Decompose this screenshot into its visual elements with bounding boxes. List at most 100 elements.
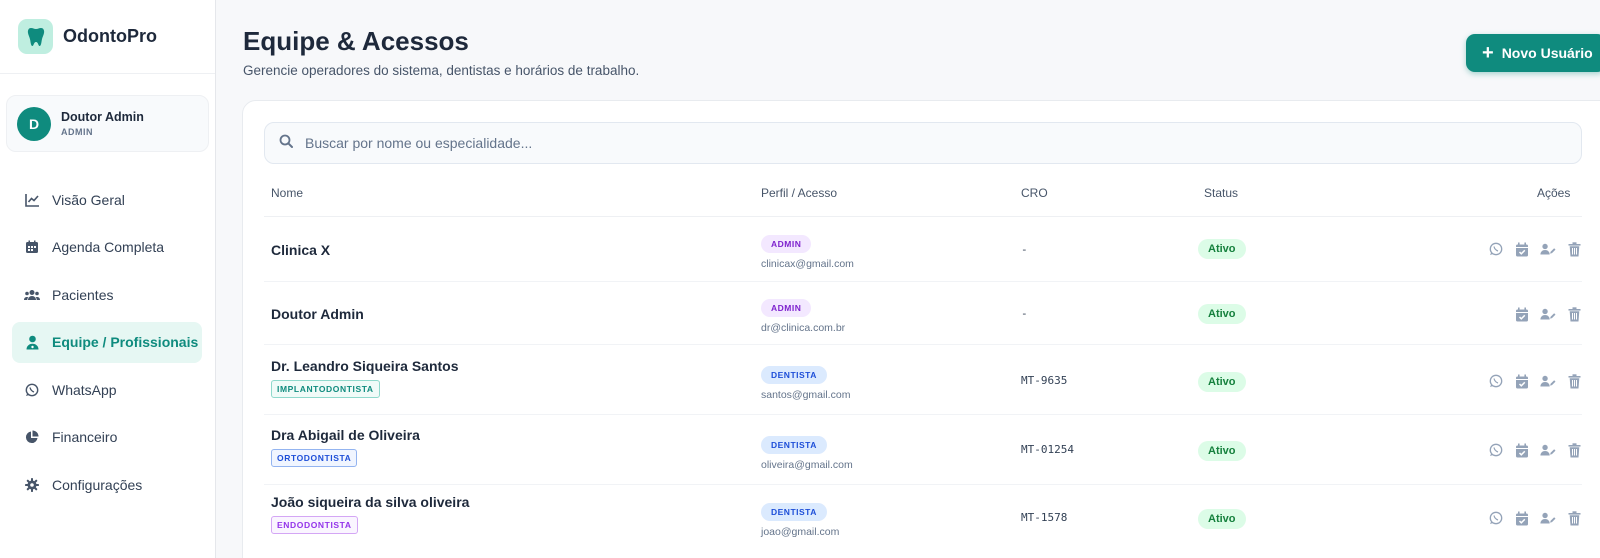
cro-value: -: [1021, 307, 1028, 320]
plus-icon: +: [1482, 42, 1494, 64]
user-name: Doutor Admin: [61, 110, 144, 124]
calendar-check-icon[interactable]: [1514, 241, 1530, 257]
member-name: Dra Abigail de Oliveira: [271, 427, 420, 443]
column-header-status: Status: [1204, 186, 1239, 200]
page-subtitle: Gerencie operadores do sistema, dentista…: [243, 63, 640, 78]
role-badge: DENTISTA: [761, 503, 827, 521]
user-card[interactable]: D Doutor Admin ADMIN: [6, 95, 209, 152]
row-actions: [1488, 373, 1582, 389]
sidebar-item-label: Visão Geral: [52, 191, 125, 208]
sidebar-item-visao-geral[interactable]: Visão Geral: [12, 179, 202, 220]
sidebar-item-label: Agenda Completa: [52, 239, 165, 255]
sidebar-item-label: WhatsApp: [52, 381, 117, 398]
member-email: oliveira@gmail.com: [761, 459, 853, 471]
sidebar-nav: Visão Geral Agenda Completa Pacientes Eq…: [12, 179, 202, 512]
whatsapp-icon: [24, 382, 40, 398]
member-name: Doutor Admin: [271, 306, 364, 322]
calendar-check-icon[interactable]: [1514, 442, 1530, 458]
member-name: Clinica X: [271, 242, 331, 258]
search-icon: [279, 134, 293, 153]
sidebar-item-pacientes[interactable]: Pacientes: [12, 274, 202, 315]
status-badge: Ativo: [1198, 239, 1246, 259]
sidebar-item-equipe[interactable]: Equipe / Profissionais: [12, 321, 202, 363]
column-header-cro: CRO: [1021, 186, 1048, 200]
sidebar-item-label: Equipe / Profissionais: [52, 334, 199, 350]
member-name: João siqueira da silva oliveira: [271, 494, 470, 510]
user-edit-icon[interactable]: [1540, 373, 1556, 389]
chart-line-icon: [24, 192, 40, 208]
cro-value: MT-01254: [1021, 443, 1074, 456]
cro-value: MT-1578: [1021, 511, 1068, 524]
member-email: clinicax@gmail.com: [761, 258, 854, 270]
new-user-label: Novo Usuário: [1501, 45, 1593, 61]
calendar-check-icon[interactable]: [1514, 510, 1530, 526]
status-badge: Ativo: [1198, 441, 1246, 461]
status-badge: Ativo: [1198, 509, 1246, 529]
brand[interactable]: OdontoPro: [0, 0, 215, 74]
table-row: João siqueira da silva oliveira ENDODONT…: [264, 485, 1582, 558]
pie-chart-icon: [24, 429, 40, 445]
user-doctor-icon: [24, 334, 40, 350]
search-bar[interactable]: [264, 122, 1582, 164]
table-row: Dr. Leandro Siqueira Santos IMPLANTODONT…: [264, 345, 1582, 415]
specialty-tag: ORTODONTISTA: [271, 449, 358, 467]
search-input[interactable]: [305, 135, 1505, 151]
role-badge: ADMIN: [761, 235, 812, 253]
sidebar-item-agenda[interactable]: Agenda Completa: [12, 227, 202, 268]
row-actions: [1488, 510, 1582, 526]
sidebar-item-label: Configurações: [52, 476, 143, 493]
role-badge: ADMIN: [761, 299, 812, 317]
user-edit-icon[interactable]: [1540, 241, 1556, 257]
trash-icon[interactable]: [1566, 241, 1582, 257]
status-badge: Ativo: [1198, 304, 1246, 324]
sidebar-item-financeiro[interactable]: Financeiro: [12, 417, 202, 458]
status-badge: Ativo: [1198, 372, 1246, 392]
cro-value: MT-9635: [1021, 374, 1068, 387]
column-header-actions: Ações: [1537, 186, 1571, 200]
member-name: Dr. Leandro Siqueira Santos: [271, 358, 459, 374]
trash-icon[interactable]: [1566, 442, 1582, 458]
sidebar: OdontoPro D Doutor Admin ADMIN Visão Ger…: [0, 0, 216, 558]
user-role: ADMIN: [61, 127, 93, 137]
member-email: santos@gmail.com: [761, 389, 851, 401]
row-actions: [1488, 442, 1582, 458]
column-header-profile: Perfil / Acesso: [761, 186, 838, 200]
page-title: Equipe & Acessos: [243, 26, 469, 56]
role-badge: DENTISTA: [761, 366, 827, 384]
trash-icon[interactable]: [1566, 306, 1582, 322]
tooth-logo-icon: [18, 19, 53, 54]
row-actions: [1488, 241, 1582, 257]
whatsapp-icon[interactable]: [1488, 442, 1504, 458]
users-icon: [24, 287, 40, 303]
row-actions: [1514, 306, 1582, 322]
sidebar-item-configuracoes[interactable]: Configurações: [12, 464, 202, 505]
trash-icon[interactable]: [1566, 510, 1582, 526]
table-row: Clinica X ADMIN clinicax@gmail.com - Ati…: [264, 217, 1582, 282]
user-edit-icon[interactable]: [1540, 510, 1556, 526]
calendar-check-icon[interactable]: [1514, 373, 1530, 389]
calendar-icon: [24, 239, 40, 255]
specialty-tag: IMPLANTODONTISTA: [271, 380, 380, 398]
whatsapp-icon[interactable]: [1488, 373, 1504, 389]
avatar: D: [17, 106, 51, 141]
user-edit-icon[interactable]: [1540, 306, 1556, 322]
member-email: dr@clinica.com.br: [761, 322, 846, 334]
sidebar-item-label: Pacientes: [52, 286, 114, 303]
sidebar-item-label: Financeiro: [52, 429, 118, 445]
specialty-tag: ENDODONTISTA: [271, 516, 358, 534]
member-email: joao@gmail.com: [761, 526, 840, 538]
calendar-check-icon[interactable]: [1514, 306, 1530, 322]
sidebar-item-whatsapp[interactable]: WhatsApp: [12, 369, 202, 410]
gear-icon: [24, 477, 40, 493]
user-edit-icon[interactable]: [1540, 442, 1556, 458]
trash-icon[interactable]: [1566, 373, 1582, 389]
table-row: Dra Abigail de Oliveira ORTODONTISTA DEN…: [264, 415, 1582, 485]
whatsapp-icon[interactable]: [1488, 241, 1504, 257]
cro-value: -: [1021, 243, 1028, 256]
column-header-name: Nome: [271, 186, 304, 200]
table-row: Doutor Admin ADMIN dr@clinica.com.br - A…: [264, 282, 1582, 345]
whatsapp-icon[interactable]: [1488, 510, 1504, 526]
app-name: OdontoPro: [63, 26, 157, 46]
new-user-button[interactable]: + Novo Usuário: [1466, 34, 1600, 72]
role-badge: DENTISTA: [761, 436, 827, 454]
